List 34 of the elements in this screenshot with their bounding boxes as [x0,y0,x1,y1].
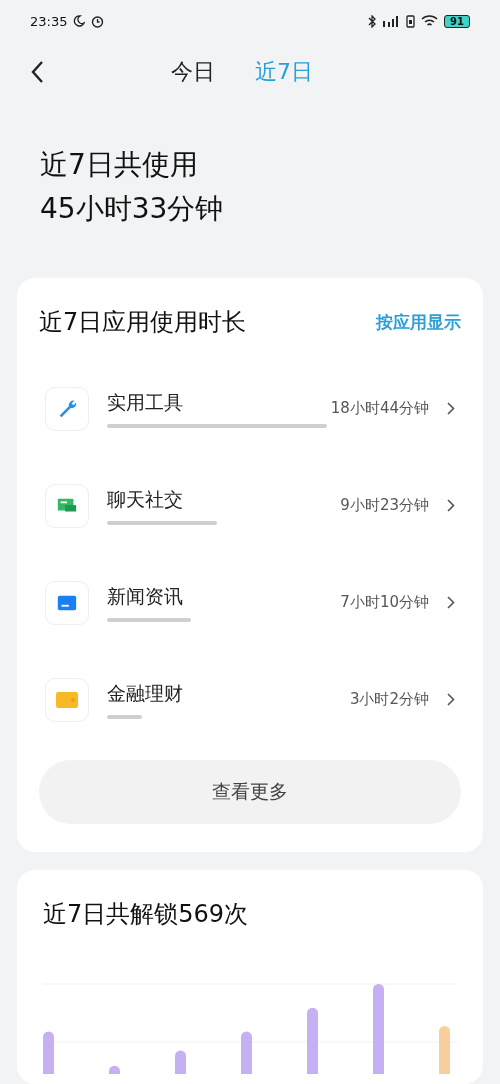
chart-bar [241,1031,252,1074]
chart-bar [109,1065,120,1074]
summary-total: 45小时33分钟 [40,191,225,227]
wifi-icon [421,14,439,28]
view-more-button[interactable]: 查看更多 [39,760,461,824]
card-title: 近7日共解锁569次 [42,899,250,930]
chart-bar [43,1031,54,1074]
chart-bar [307,1007,318,1074]
status-time: 23:35 [30,13,68,29]
sim-icon [406,14,416,28]
category-duration: 7小时10分钟 [340,593,429,612]
period-tab[interactable]: 今日 [171,57,215,87]
category-name: 金融理财 [107,680,184,706]
moon-icon [73,15,86,27]
category-name: 实用工具 [107,389,184,415]
chevron-right-icon[interactable] [447,499,455,512]
category-name: 新闻资讯 [107,583,184,609]
category-name: 聊天社交 [107,486,184,512]
category-duration: 9小时23分钟 [340,496,429,515]
usage-bar [107,714,142,719]
category-duration: 3小时2分钟 [349,690,429,709]
bluetooth-icon [368,14,377,28]
category-duration: 18小时44分钟 [330,399,429,418]
chart-bar [175,1050,186,1074]
signal-icon [382,15,401,27]
chevron-right-icon[interactable] [447,596,455,609]
card-title: 近7日应用使用时长 [39,307,247,338]
chevron-right-icon[interactable] [447,402,455,415]
back-icon[interactable] [30,60,44,84]
chart-bar [439,1026,450,1074]
summary-label: 近7日共使用 [40,147,199,183]
chevron-right-icon[interactable] [447,693,455,706]
battery-indicator: 91 [444,14,470,28]
alarm-icon [91,14,105,28]
